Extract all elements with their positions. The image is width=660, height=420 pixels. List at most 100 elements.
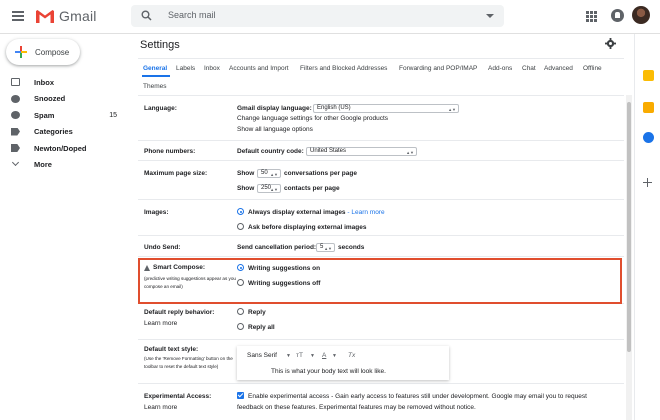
side-panel <box>634 34 660 420</box>
sidebar-item-newton-doped[interactable]: Newton/Doped <box>0 140 125 157</box>
setting-label: Default text style: <box>144 346 199 353</box>
settings-tabs: General Labels Inbox Accounts and Import… <box>138 58 624 96</box>
add-on-plus-icon[interactable] <box>643 178 652 187</box>
tab-accounts-and-import[interactable]: Accounts and Import <box>229 65 289 72</box>
select-arrows-icon: ▲▼ <box>448 107 456 112</box>
remove-formatting-icon[interactable]: Tx <box>348 352 355 359</box>
keep-icon[interactable] <box>643 102 654 113</box>
search-icon[interactable] <box>141 10 152 21</box>
chevron-down-icon <box>11 158 20 166</box>
setting-images: Images: Always display external images -… <box>138 200 624 236</box>
language-select[interactable]: English (US) ▲▼ <box>313 104 459 113</box>
experimental-learn-more-link[interactable]: Learn more <box>144 404 177 411</box>
setting-experimental: Experimental Access: Learn more Enable e… <box>138 384 624 420</box>
ask-before-images-option[interactable]: Ask before displaying external images <box>248 224 367 231</box>
select-arrows-icon: ▲▼ <box>270 187 278 192</box>
cancellation-period-select[interactable]: 5 ▲▼ <box>316 243 335 252</box>
tasks-icon[interactable] <box>643 132 654 143</box>
experimental-line-2: feedback on these features. Experimental… <box>237 404 476 411</box>
text-style-editor: Sans Serif ▼ тT ▼ A ▼ Tx This is what yo… <box>237 346 449 380</box>
text-color-icon[interactable]: A <box>322 352 326 359</box>
font-family-dropdown[interactable]: Sans Serif <box>247 352 277 359</box>
label-icon <box>11 144 20 152</box>
tab-general[interactable]: General <box>143 65 167 72</box>
gear-icon[interactable] <box>605 38 616 49</box>
sidebar-item-snoozed[interactable]: Snoozed <box>0 91 125 108</box>
sidebar-item-inbox[interactable]: Inbox <box>0 74 125 91</box>
setting-label: Images: <box>144 209 169 216</box>
smart-compose-highlight <box>138 258 622 304</box>
setting-label: Default reply behavior: <box>144 309 215 316</box>
show-label: Show <box>237 170 255 177</box>
images-learn-more-link[interactable]: - Learn more <box>347 209 384 216</box>
sidebar-item-spam[interactable]: Spam 15 <box>0 107 125 124</box>
conversations-value: 50 <box>261 170 268 176</box>
tab-forwarding[interactable]: Forwarding and POP/IMAP <box>399 65 477 72</box>
ask-before-images-radio[interactable] <box>237 223 244 230</box>
tab-themes[interactable]: Themes <box>143 83 166 90</box>
setting-undo-send: Undo Send: Send cancellation period: 5 ▲… <box>138 236 624 257</box>
page-title: Settings <box>140 39 180 51</box>
language-select-value: English (US) <box>317 105 351 111</box>
size-dropdown-arrow-icon[interactable]: ▼ <box>310 353 315 359</box>
tab-offline[interactable]: Offline <box>583 65 602 72</box>
contacts-suffix: contacts per page <box>284 185 340 192</box>
reply-all-option[interactable]: Reply all <box>248 324 275 331</box>
setting-label: Undo Send: <box>144 244 181 251</box>
avatar[interactable] <box>632 6 650 24</box>
contacts-per-page-select[interactable]: 250 ▲▼ <box>257 184 281 193</box>
country-code-value: United States <box>310 148 347 154</box>
menu-icon[interactable] <box>12 11 24 21</box>
apps-grid-icon[interactable] <box>586 11 597 22</box>
color-dropdown-arrow-icon[interactable]: ▼ <box>332 353 337 359</box>
scrollbar-thumb[interactable] <box>627 102 631 352</box>
compose-plus-icon <box>15 46 27 58</box>
alert-icon <box>11 111 20 119</box>
text-style-note: (Use the 'Remove Formatting' button on t… <box>144 356 233 369</box>
search-options-icon[interactable] <box>486 14 494 18</box>
sidebar-item-label: Snoozed <box>34 94 66 104</box>
tab-advanced[interactable]: Advanced <box>544 65 573 72</box>
experimental-access-checkbox[interactable] <box>237 392 244 399</box>
font-dropdown-arrow-icon[interactable]: ▼ <box>286 353 291 359</box>
tab-chat[interactable]: Chat <box>522 65 536 72</box>
app-name: Gmail <box>59 8 97 24</box>
select-arrows-icon: ▲▼ <box>406 150 414 155</box>
sidebar-item-label: Newton/Doped <box>34 143 87 153</box>
tab-add-ons[interactable]: Add-ons <box>488 65 512 72</box>
spam-count: 15 <box>109 111 117 119</box>
gmail-envelope-icon <box>36 9 54 23</box>
font-size-icon[interactable]: тT <box>296 352 303 359</box>
setting-label: Language: <box>144 105 177 112</box>
setting-label: Experimental Access: <box>144 393 212 400</box>
tab-inbox[interactable]: Inbox <box>204 65 220 72</box>
reply-learn-more-link[interactable]: Learn more <box>144 320 177 327</box>
compose-button[interactable]: Compose <box>6 39 80 65</box>
change-language-link[interactable]: Change language settings for other Googl… <box>237 115 388 122</box>
always-display-images-radio[interactable] <box>237 208 244 215</box>
conversations-suffix: conversations per page <box>284 170 357 177</box>
country-code-select[interactable]: United States ▲▼ <box>306 147 417 156</box>
setting-label: Maximum page size: <box>144 170 208 177</box>
calendar-icon[interactable] <box>643 70 654 81</box>
setting-label: Phone numbers: <box>144 148 196 155</box>
sidebar-nav: Inbox Snoozed Spam 15 Categories Newton/… <box>0 74 125 173</box>
show-all-languages-link[interactable]: Show all language options <box>237 126 313 133</box>
notifications-icon[interactable] <box>611 9 624 22</box>
always-display-images-option[interactable]: Always display external images - Learn m… <box>248 209 385 216</box>
search-input[interactable]: Search mail <box>168 10 216 20</box>
conversations-per-page-select[interactable]: 50 ▲▼ <box>257 169 281 178</box>
reply-option[interactable]: Reply <box>248 309 266 316</box>
reply-all-radio[interactable] <box>237 323 244 330</box>
tab-filters[interactable]: Filters and Blocked Addresses <box>300 65 387 72</box>
reply-radio[interactable] <box>237 308 244 315</box>
search-box[interactable]: Search mail <box>131 5 504 27</box>
cancellation-period-value: 5 <box>320 244 324 250</box>
tab-labels[interactable]: Labels <box>176 65 195 72</box>
gmail-logo[interactable]: Gmail <box>36 8 97 24</box>
sidebar-item-label: Categories <box>34 127 73 137</box>
sidebar-item-label: Inbox <box>34 77 54 87</box>
sidebar-item-more[interactable]: More <box>0 157 125 174</box>
clock-icon <box>11 94 20 103</box>
sidebar-item-categories[interactable]: Categories <box>0 124 125 141</box>
